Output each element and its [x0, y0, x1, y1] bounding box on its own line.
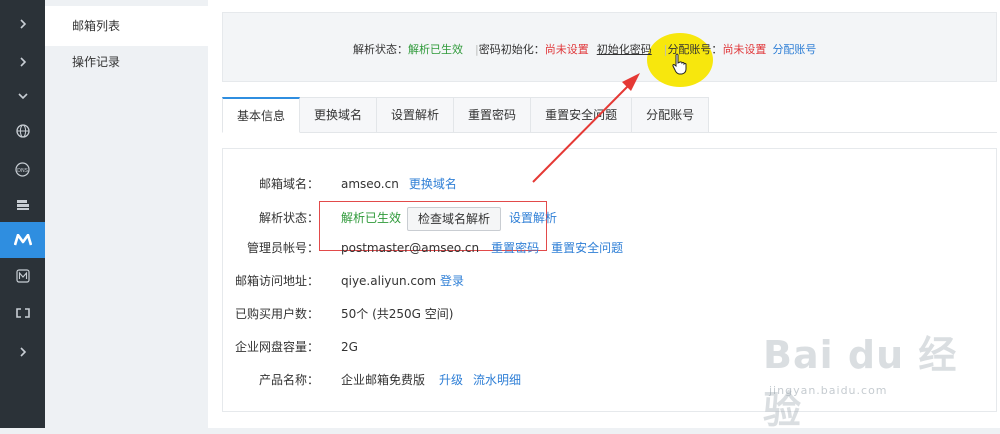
secondary-nav: 邮箱列表 操作记录 [45, 0, 208, 428]
chevron-right-icon[interactable] [0, 334, 45, 370]
users-label: 已购买用户数： [234, 307, 319, 321]
resolve-label: 解析状态： [258, 211, 319, 225]
info-row-admin: 管理员帐号： postmaster@amseo.cn 重置密码 重置安全问题 [223, 238, 623, 258]
tab-assign-account[interactable]: 分配账号 [632, 97, 710, 133]
info-row-disk: 企业网盘容量： 2G [223, 337, 358, 357]
mail-box-icon[interactable] [0, 258, 45, 294]
dns-icon[interactable]: DNS [0, 151, 45, 187]
status-line: 解析状态：解析已生效 |密码初始化：尚未设置 初始化密码 |分配账号：尚未设置 分配账号 [353, 41, 816, 57]
product-label: 产品名称： [258, 373, 319, 387]
admin-label: 管理员帐号： [246, 241, 319, 255]
resolve-value: 解析已生效 [341, 211, 402, 225]
upgrade-link[interactable]: 升级 [439, 373, 463, 387]
check-domain-resolve-button[interactable]: 检查域名解析 [407, 206, 502, 231]
change-domain-link[interactable]: 更换域名 [409, 177, 457, 191]
info-row-access: 邮箱访问地址： qiye.aliyun.com 登录 [223, 271, 464, 291]
tab-bar: 基本信息 更换域名 设置解析 重置密码 重置安全问题 分配账号 [222, 97, 997, 133]
svg-text:DNS: DNS [17, 167, 28, 173]
access-label: 邮箱访问地址： [234, 274, 319, 288]
reset-password-link[interactable]: 重置密码 [491, 241, 539, 255]
bracket-icon[interactable] [0, 295, 45, 331]
password-init-label: 密码初始化： [478, 43, 545, 56]
subnav-item-mailbox-list[interactable]: 邮箱列表 [45, 6, 208, 46]
info-row-users: 已购买用户数： 50个 (共250G 空间) [223, 304, 453, 324]
tab-reset-password[interactable]: 重置密码 [454, 97, 532, 133]
assign-account-link[interactable]: 分配账号 [772, 43, 816, 56]
subnav-item-operation-log[interactable]: 操作记录 [45, 42, 208, 82]
disk-label: 企业网盘容量： [234, 340, 319, 354]
globe-icon[interactable] [0, 113, 45, 149]
status-bar: 解析状态：解析已生效 |密码初始化：尚未设置 初始化密码 |分配账号：尚未设置 分配账号 [222, 12, 997, 87]
watermark-logo: Bai du 经验 [763, 333, 958, 432]
baidu-watermark: Bai du 经验 jingyan.baidu.com [745, 318, 990, 432]
access-value: qiye.aliyun.com [341, 274, 437, 288]
chevron-right-icon[interactable] [0, 6, 45, 42]
chevron-right-icon[interactable] [0, 44, 45, 80]
tab-basic-info[interactable]: 基本信息 [222, 97, 301, 133]
reset-security-link[interactable]: 重置安全问题 [551, 241, 623, 255]
left-rail: DNS [0, 0, 45, 428]
tab-set-resolve[interactable]: 设置解析 [377, 97, 455, 133]
resolve-status-value: 解析已生效 [408, 43, 463, 56]
login-link[interactable]: 登录 [440, 274, 464, 288]
server-icon[interactable] [0, 187, 45, 223]
flow-detail-link[interactable]: 流水明细 [473, 373, 521, 387]
info-row-domain: 邮箱域名： amseo.cn 更换域名 [223, 174, 457, 194]
hand-cursor-icon [672, 53, 687, 75]
admin-value: postmaster@amseo.cn [341, 241, 480, 255]
watermark-url: jingyan.baidu.com [769, 384, 888, 397]
assign-account-value: 尚未设置 [722, 43, 767, 56]
password-init-value: 尚未设置 [544, 43, 589, 56]
mail-brand-icon[interactable] [0, 222, 45, 258]
domain-label: 邮箱域名： [258, 177, 319, 191]
info-row-product: 产品名称： 企业邮箱免费版 升级 流水明细 [223, 370, 521, 390]
set-resolve-link[interactable]: 设置解析 [509, 211, 557, 225]
disk-value: 2G [341, 340, 358, 354]
users-value: 50个 (共250G 空间) [341, 307, 454, 321]
domain-value: amseo.cn [341, 177, 399, 191]
init-password-link[interactable]: 初始化密码 [597, 43, 652, 56]
product-value: 企业邮箱免费版 [341, 373, 426, 387]
caret-down-icon[interactable] [0, 78, 45, 114]
tab-reset-security[interactable]: 重置安全问题 [531, 97, 633, 133]
info-row-resolve: 解析状态： 解析已生效 检查域名解析 设置解析 [223, 206, 557, 231]
resolve-status-label: 解析状态： [353, 43, 408, 56]
tab-change-domain[interactable]: 更换域名 [300, 97, 378, 133]
